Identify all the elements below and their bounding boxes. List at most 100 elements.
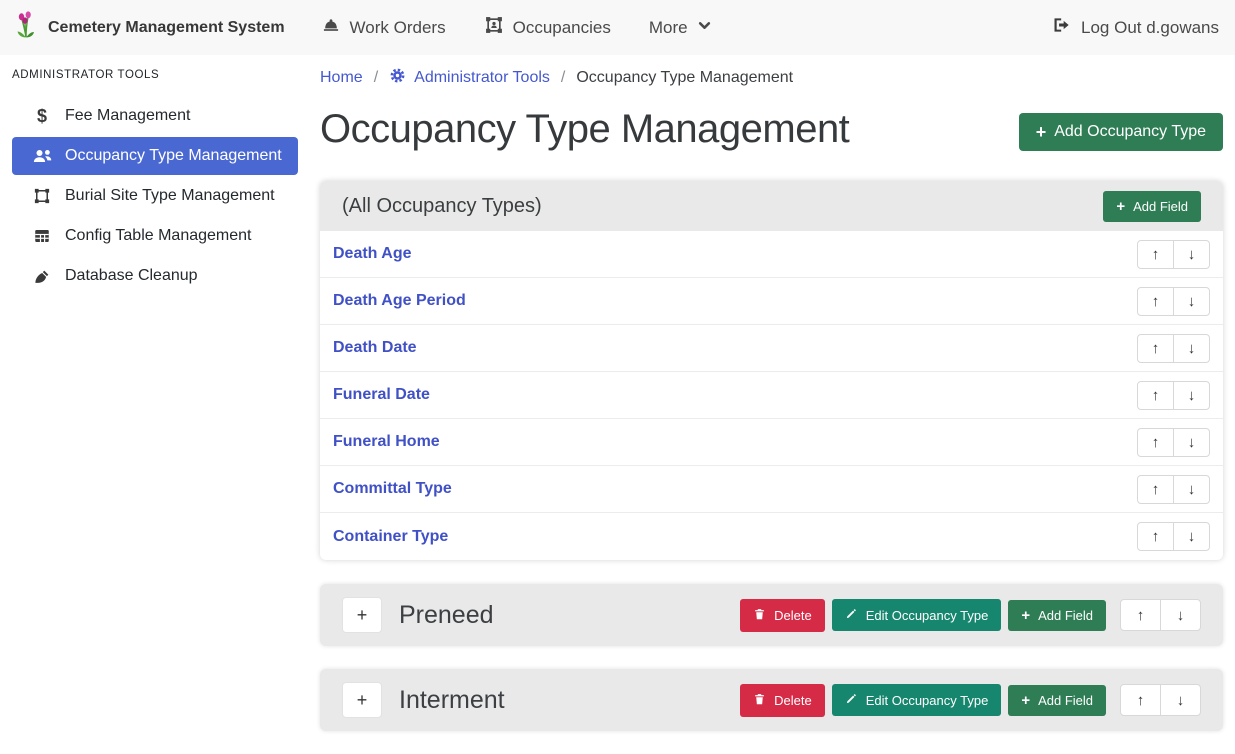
field-row-funeral-date: Funeral Date ↑ ↓ bbox=[320, 372, 1223, 419]
move-down-button[interactable]: ↓ bbox=[1160, 684, 1201, 716]
delete-label: Delete bbox=[774, 608, 812, 623]
field-link[interactable]: Container Type bbox=[333, 528, 448, 546]
page-title: Occupancy Type Management bbox=[320, 105, 849, 153]
field-row-container-type: Container Type ↑ ↓ bbox=[320, 513, 1223, 560]
reorder-buttons: ↑ ↓ bbox=[1120, 684, 1201, 716]
gear-icon bbox=[389, 67, 406, 89]
nav-work-orders[interactable]: Work Orders bbox=[321, 15, 446, 40]
sidebar: ADMINISTRATOR TOOLS $ Fee Management Occ… bbox=[0, 55, 310, 738]
add-field-button[interactable]: + Add Field bbox=[1008, 600, 1106, 631]
nav-logout[interactable]: Log Out d.gowans bbox=[1052, 15, 1219, 40]
plus-icon: + bbox=[1116, 199, 1125, 214]
add-field-label: Add Field bbox=[1038, 693, 1093, 708]
field-row-death-age: Death Age ↑ ↓ bbox=[320, 231, 1223, 278]
expand-section-button[interactable]: + bbox=[342, 682, 382, 718]
app-title: Cemetery Management System bbox=[48, 19, 285, 37]
field-row-death-date: Death Date ↑ ↓ bbox=[320, 325, 1223, 372]
move-up-button[interactable]: ↑ bbox=[1137, 287, 1174, 316]
reorder-buttons: ↑ ↓ bbox=[1137, 381, 1210, 410]
breadcrumb-administrator-tools-label: Administrator Tools bbox=[414, 69, 550, 87]
move-up-button[interactable]: ↑ bbox=[1120, 684, 1161, 716]
field-row-committal-type: Committal Type ↑ ↓ bbox=[320, 466, 1223, 513]
delete-label: Delete bbox=[774, 693, 812, 708]
nav-work-orders-label: Work Orders bbox=[350, 18, 446, 38]
dollar-icon: $ bbox=[30, 105, 54, 127]
expand-section-button[interactable]: + bbox=[342, 597, 382, 633]
field-link[interactable]: Committal Type bbox=[333, 480, 452, 498]
users-icon bbox=[30, 147, 54, 165]
sidebar-item-label: Config Table Management bbox=[65, 225, 252, 247]
trash-icon bbox=[753, 607, 766, 624]
breadcrumb-administrator-tools[interactable]: Administrator Tools bbox=[389, 67, 550, 89]
move-up-button[interactable]: ↑ bbox=[1137, 334, 1174, 363]
hard-hat-icon bbox=[321, 15, 341, 40]
move-up-button[interactable]: ↑ bbox=[1137, 428, 1174, 457]
sidebar-item-label: Database Cleanup bbox=[65, 265, 198, 287]
move-down-button[interactable]: ↓ bbox=[1173, 240, 1210, 269]
frame-icon bbox=[30, 187, 54, 205]
section-actions: Delete Edit Occupancy Type + Add Field ↑… bbox=[740, 599, 1201, 632]
field-link[interactable]: Funeral Home bbox=[333, 433, 440, 451]
add-occupancy-type-button[interactable]: + Add Occupancy Type bbox=[1019, 113, 1223, 151]
nav-more[interactable]: More bbox=[649, 18, 712, 38]
breadcrumb: Home / Administrator Tools / Occupancy T… bbox=[320, 67, 1223, 89]
breadcrumb-home[interactable]: Home bbox=[320, 69, 363, 87]
move-up-button[interactable]: ↑ bbox=[1120, 599, 1161, 631]
edit-occupancy-type-button[interactable]: Edit Occupancy Type bbox=[832, 684, 1002, 716]
add-field-button[interactable]: + Add Field bbox=[1008, 685, 1106, 716]
sidebar-item-fee-management[interactable]: $ Fee Management bbox=[12, 97, 298, 135]
all-occupancy-types-title: (All Occupancy Types) bbox=[342, 195, 542, 218]
reorder-buttons: ↑ ↓ bbox=[1137, 240, 1210, 269]
section-interment: + Interment Delete Edi bbox=[320, 669, 1223, 731]
reorder-buttons: ↑ ↓ bbox=[1137, 287, 1210, 316]
sidebar-item-burial-site-type-management[interactable]: Burial Site Type Management bbox=[12, 177, 298, 215]
reorder-buttons: ↑ ↓ bbox=[1137, 334, 1210, 363]
move-down-button[interactable]: ↓ bbox=[1173, 522, 1210, 551]
delete-occupancy-type-button[interactable]: Delete bbox=[740, 684, 825, 717]
section-preneed: + Preneed Delete Edit bbox=[320, 584, 1223, 646]
nav-occupancies[interactable]: Occupancies bbox=[484, 15, 611, 40]
move-up-button[interactable]: ↑ bbox=[1137, 522, 1174, 551]
sidebar-item-database-cleanup[interactable]: Database Cleanup bbox=[12, 257, 298, 295]
field-row-death-age-period: Death Age Period ↑ ↓ bbox=[320, 278, 1223, 325]
reorder-buttons: ↑ ↓ bbox=[1137, 522, 1210, 551]
move-down-button[interactable]: ↓ bbox=[1173, 381, 1210, 410]
sidebar-item-label: Occupancy Type Management bbox=[65, 145, 282, 167]
field-link[interactable]: Death Date bbox=[333, 339, 417, 357]
move-down-button[interactable]: ↓ bbox=[1173, 428, 1210, 457]
edit-occupancy-type-button[interactable]: Edit Occupancy Type bbox=[832, 599, 1002, 631]
add-field-button-all-types[interactable]: + Add Field bbox=[1103, 191, 1201, 222]
field-link[interactable]: Funeral Date bbox=[333, 386, 430, 404]
chevron-down-icon bbox=[697, 18, 712, 38]
page-header: Occupancy Type Management + Add Occupanc… bbox=[320, 105, 1223, 153]
edit-occupancy-type-label: Edit Occupancy Type bbox=[866, 608, 989, 623]
sign-out-icon bbox=[1052, 15, 1072, 40]
reorder-buttons: ↑ ↓ bbox=[1137, 475, 1210, 504]
pencil-icon bbox=[845, 692, 858, 708]
move-up-button[interactable]: ↑ bbox=[1137, 381, 1174, 410]
move-up-button[interactable]: ↑ bbox=[1137, 475, 1174, 504]
move-down-button[interactable]: ↓ bbox=[1173, 287, 1210, 316]
edit-occupancy-type-label: Edit Occupancy Type bbox=[866, 693, 989, 708]
delete-occupancy-type-button[interactable]: Delete bbox=[740, 599, 825, 632]
move-up-button[interactable]: ↑ bbox=[1137, 240, 1174, 269]
field-row-funeral-home: Funeral Home ↑ ↓ bbox=[320, 419, 1223, 466]
move-down-button[interactable]: ↓ bbox=[1160, 599, 1201, 631]
sidebar-item-occupancy-type-management[interactable]: Occupancy Type Management bbox=[12, 137, 298, 175]
table-icon bbox=[30, 227, 54, 245]
breadcrumb-separator: / bbox=[374, 69, 378, 87]
app-brand[interactable]: Cemetery Management System bbox=[14, 11, 285, 44]
field-link[interactable]: Death Age bbox=[333, 245, 412, 263]
sidebar-heading: ADMINISTRATOR TOOLS bbox=[0, 61, 310, 95]
move-down-button[interactable]: ↓ bbox=[1173, 475, 1210, 504]
sidebar-item-config-table-management[interactable]: Config Table Management bbox=[12, 217, 298, 255]
plus-icon: + bbox=[1021, 693, 1030, 708]
reorder-buttons: ↑ ↓ bbox=[1120, 599, 1201, 631]
nav-occupancies-label: Occupancies bbox=[513, 18, 611, 38]
plus-icon: + bbox=[1021, 608, 1030, 623]
pencil-icon bbox=[845, 607, 858, 623]
reorder-buttons: ↑ ↓ bbox=[1137, 428, 1210, 457]
move-down-button[interactable]: ↓ bbox=[1173, 334, 1210, 363]
section-actions: Delete Edit Occupancy Type + Add Field ↑… bbox=[740, 684, 1201, 717]
field-link[interactable]: Death Age Period bbox=[333, 292, 466, 310]
